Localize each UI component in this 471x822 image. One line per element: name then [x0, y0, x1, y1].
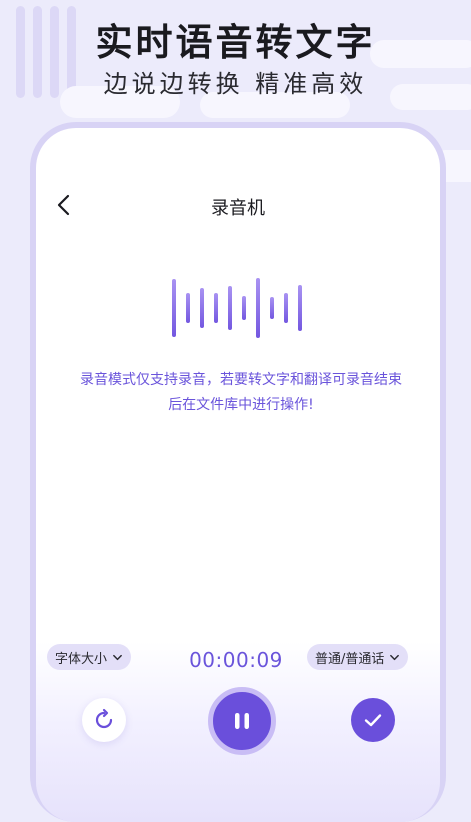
language-label: 普通/普通话: [315, 651, 385, 667]
screen-title: 录音机: [211, 198, 265, 219]
reset-button[interactable]: [82, 698, 126, 742]
chevron-down-icon: [113, 654, 122, 660]
sound-wave-icon: [172, 276, 302, 340]
check-icon: [364, 714, 382, 727]
font-size-dropdown[interactable]: 字体大小: [47, 644, 132, 670]
banner-subtitle: 边说边转换 精准高效: [103, 70, 368, 98]
font-size-label: 字体大小: [55, 651, 108, 667]
recording-hint: 录音模式仅支持录音，若要转文字和翻译可录音结束后在文件库中进行操作!: [80, 372, 402, 413]
banner-title: 实时语音转文字: [95, 21, 376, 64]
language-dropdown[interactable]: 普通/普通话: [307, 644, 409, 670]
pause-button[interactable]: [208, 687, 276, 755]
recording-timer: 00:00:09: [189, 648, 283, 672]
phone-frame: 录音机 录音模式仅支持录音，若要转文字和翻译可录音结束后在文件库中进行操作! 字…: [30, 122, 446, 822]
chevron-down-icon: [390, 654, 400, 660]
refresh-icon: [95, 708, 113, 729]
confirm-button[interactable]: [351, 698, 395, 742]
recorder-screen: 录音机 录音模式仅支持录音，若要转文字和翻译可录音结束后在文件库中进行操作! 字…: [36, 128, 440, 822]
pause-icon: [235, 713, 249, 729]
